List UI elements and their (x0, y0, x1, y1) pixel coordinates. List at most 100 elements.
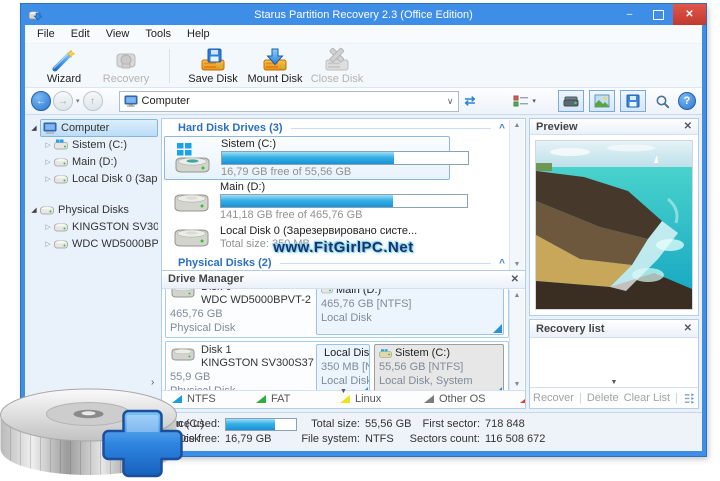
drive-icon (54, 239, 68, 249)
system-partition-icon (379, 348, 392, 358)
preview-icon (594, 94, 610, 108)
drive-manager-scrollbar[interactable]: ▲ ▼ (509, 289, 524, 390)
resize-corner-icon[interactable] (493, 323, 502, 333)
menu-edit[interactable]: Edit (63, 27, 98, 41)
list-scrollbar[interactable]: ▲ ▼ (509, 120, 524, 270)
save-disk-label: Save Disk (188, 72, 238, 85)
collapse-section-icon[interactable]: ^ (499, 123, 505, 134)
tree-collapsed-icon[interactable]: ▷ (42, 141, 54, 149)
drive-icon (54, 157, 68, 167)
partition-type: Local Disk (321, 311, 372, 324)
preview-header[interactable]: Preview ✕ (530, 119, 698, 135)
close-panel-icon[interactable]: ✕ (684, 121, 692, 132)
scroll-up-icon[interactable]: ▲ (514, 292, 521, 299)
history-dropdown-icon[interactable]: ▾ (76, 97, 80, 105)
partition-sistem-c[interactable]: Sistem (C:) 55,56 GB [NTFS] Local Disk, … (374, 343, 504, 390)
close-button[interactable]: ✕ (673, 4, 706, 25)
view-dropdown-icon: ▾ (532, 98, 536, 105)
save-disk-button[interactable]: Save Disk (182, 47, 244, 85)
recovery-list-icon (626, 94, 640, 108)
watermark-text: www.FitGirlPC.Net (273, 238, 414, 256)
menu-file[interactable]: File (29, 27, 63, 41)
up-button: ↑ (82, 91, 103, 111)
tree-collapsed-icon[interactable]: ▷ (42, 223, 54, 231)
first-sector-label: First sector: (422, 418, 480, 430)
menu-help[interactable]: Help (179, 27, 218, 41)
tree-collapsed-icon[interactable]: ▷ (42, 158, 54, 166)
tree-item-kingston[interactable]: ▷ KINGSTON SV30 (28, 218, 158, 235)
tree-item-local-disk-0[interactable]: ▷ Local Disk 0 (Зар (28, 170, 158, 187)
drive-item-sistem-c[interactable]: Sistem (C:) 16,79 GB free of 55,56 GB (164, 136, 469, 180)
footer-separator: | (675, 392, 678, 404)
drive-icon (40, 205, 54, 215)
tree-item-main-d[interactable]: ▷ Main (D:) (28, 153, 158, 170)
recovery-list-toggle-button[interactable] (620, 90, 646, 112)
partition-main-d[interactable]: Main (D:) 465,76 GB [NTFS] Local Disk (316, 288, 504, 335)
refresh-button[interactable]: ⇄ (465, 93, 476, 109)
minimize-button[interactable]: – (615, 4, 644, 25)
file-system-label: File system: (301, 433, 360, 445)
legend-other-os: Other OS (424, 393, 520, 405)
recovery-list-content[interactable]: ▼ (530, 338, 698, 387)
close-panel-icon[interactable]: ✕ (684, 323, 692, 334)
drive-manager-body: Disk 0 WDC WD5000BPVT-2 465,76 GB Physic… (162, 288, 525, 390)
disk-row-0[interactable]: Disk 0 WDC WD5000BPVT-2 465,76 GB Physic… (165, 288, 509, 338)
drive-manager-header[interactable]: Drive Manager ✕ (162, 270, 525, 289)
menu-tools[interactable]: Tools (137, 27, 179, 41)
scroll-up-icon[interactable]: ▲ (514, 122, 521, 129)
menu-view[interactable]: View (98, 27, 138, 41)
title-bar[interactable]: Starus Partition Recovery 2.3 (Office Ed… (21, 4, 706, 25)
tree-collapsed-icon[interactable]: ▷ (42, 240, 54, 248)
system-drive-icon (171, 141, 213, 175)
wizard-button[interactable]: Wizard (33, 47, 95, 85)
address-bar[interactable]: Computer ∨ (118, 90, 459, 112)
collapse-section-icon[interactable]: ^ (499, 258, 505, 269)
tree-item-label: Main (D:) (72, 155, 118, 168)
search-icon (656, 95, 669, 108)
back-button[interactable]: ← (31, 91, 51, 111)
scroll-down-icon[interactable]: ▼ (514, 381, 521, 388)
splitter-handle-icon[interactable]: ▼ (611, 379, 618, 386)
partition-name: Local Disk 0 (324, 346, 370, 359)
tree-collapsed-icon[interactable]: ▷ (42, 175, 54, 183)
section-title: Hard Disk Drives (3) (178, 122, 283, 134)
drive-item-main-d[interactable]: Main (D:) 141,18 GB free of 465,76 GB (164, 180, 509, 222)
scroll-down-icon[interactable]: ▼ (514, 261, 521, 268)
help-button[interactable]: ? (678, 92, 696, 110)
tree-expanded-icon[interactable]: ◢ (28, 206, 40, 214)
partition-local-disk-0[interactable]: Local Disk 0 350 MB [NTFS] Local Disk (316, 343, 370, 390)
navigation-bar: ← → ▾ ↑ Computer ∨ ⇄ ▾ ? (25, 88, 702, 115)
preview-toggle-button[interactable] (589, 90, 615, 112)
tree-expanded-icon[interactable]: ◢ (28, 124, 40, 132)
legend-label: Other OS (439, 393, 486, 406)
tree-item-physical-disks[interactable]: ◢ Physical Disks (28, 201, 158, 218)
legend-label: FAT (271, 393, 291, 406)
mount-disk-icon (263, 48, 287, 70)
drive-list-panel: Hard Disk Drives (3) ^ Sistem (C:) 16,79… (161, 118, 526, 409)
disk-type: Physical Disk (170, 321, 236, 334)
search-button[interactable] (651, 91, 673, 111)
drive-manager-toggle-button[interactable] (558, 90, 584, 112)
view-mode-button[interactable]: ▾ (513, 95, 536, 108)
recovery-label: Recovery (102, 72, 150, 85)
recovery-list-panel: Recovery list ✕ ▼ Recover | Delete Clear… (529, 319, 699, 409)
maximize-button[interactable] (644, 4, 673, 25)
legend-linux: Linux (340, 393, 424, 405)
tree-item-sistem-c[interactable]: ▷ Sistem (C:) (28, 136, 158, 153)
resize-corner-icon[interactable] (359, 386, 368, 390)
wizard-icon (52, 48, 76, 71)
recovery-list-header[interactable]: Recovery list ✕ (530, 320, 698, 338)
toolbar-separator (169, 48, 170, 83)
tree-item-computer[interactable]: ◢ Computer (28, 118, 158, 137)
folder-tree: ◢ Computer ▷ Sistem (C:) ▷ Main (D:) ▷ L… (28, 118, 158, 409)
disk-row-1[interactable]: Disk 1 KINGSTON SV300S37 55,9 GB Physica… (165, 340, 509, 390)
close-panel-icon[interactable]: ✕ (511, 274, 519, 285)
mount-disk-button[interactable]: Mount Disk (244, 47, 306, 85)
tree-item-wdc[interactable]: ▷ WDC WD5000BP (28, 235, 158, 252)
close-disk-icon (325, 47, 349, 70)
address-dropdown-icon[interactable]: ∨ (447, 96, 454, 107)
partition-size: 55,56 GB [NTFS] (379, 360, 464, 373)
capacity-bar (220, 194, 468, 208)
list-options-icon[interactable] (683, 392, 695, 405)
resize-corner-icon[interactable] (493, 386, 502, 390)
